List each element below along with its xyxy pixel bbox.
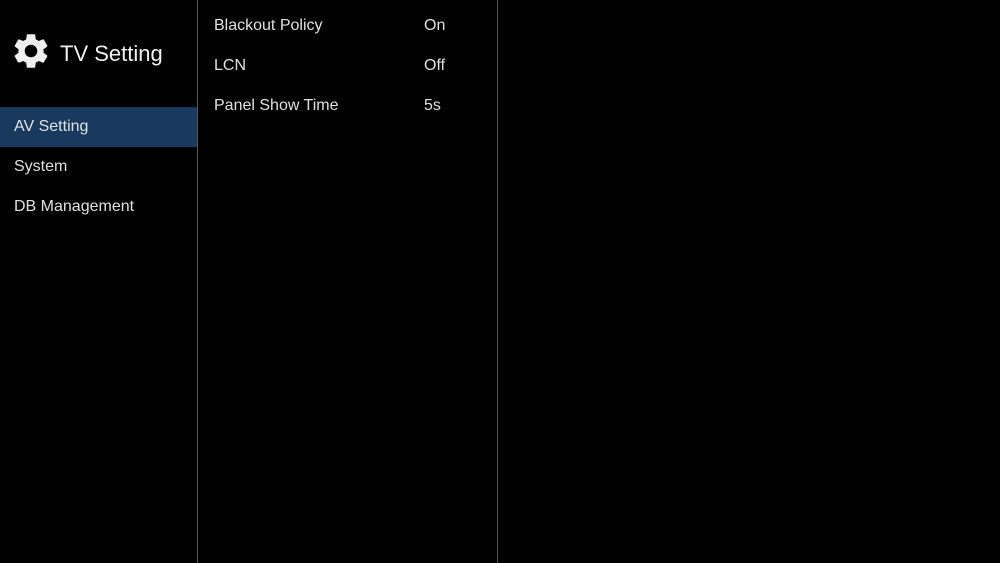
setting-row-blackout-policy[interactable]: Blackout Policy On	[198, 6, 497, 46]
setting-row-lcn[interactable]: LCN Off	[198, 46, 497, 86]
setting-label: LCN	[214, 56, 424, 76]
setting-value: Off	[424, 56, 445, 76]
right-pane	[498, 0, 1000, 563]
setting-value: 5s	[424, 96, 441, 116]
nav-item-db-management[interactable]: DB Management	[0, 187, 197, 227]
nav-item-av-setting[interactable]: AV Setting	[0, 107, 197, 147]
nav-item-label: System	[14, 158, 67, 175]
setting-label: Blackout Policy	[214, 16, 424, 36]
setting-label: Panel Show Time	[214, 96, 424, 116]
settings-panel: Blackout Policy On LCN Off Panel Show Ti…	[198, 0, 498, 563]
nav-list: AV Setting System DB Management	[0, 107, 197, 227]
setting-value: On	[424, 16, 445, 36]
nav-item-label: DB Management	[14, 198, 134, 215]
sidebar-header: TV Setting	[0, 0, 197, 107]
nav-item-label: AV Setting	[14, 118, 88, 135]
nav-item-system[interactable]: System	[0, 147, 197, 187]
gear-icon	[10, 30, 52, 77]
setting-row-panel-show-time[interactable]: Panel Show Time 5s	[198, 86, 497, 126]
page-title: TV Setting	[60, 41, 163, 67]
sidebar: TV Setting AV Setting System DB Manageme…	[0, 0, 198, 563]
